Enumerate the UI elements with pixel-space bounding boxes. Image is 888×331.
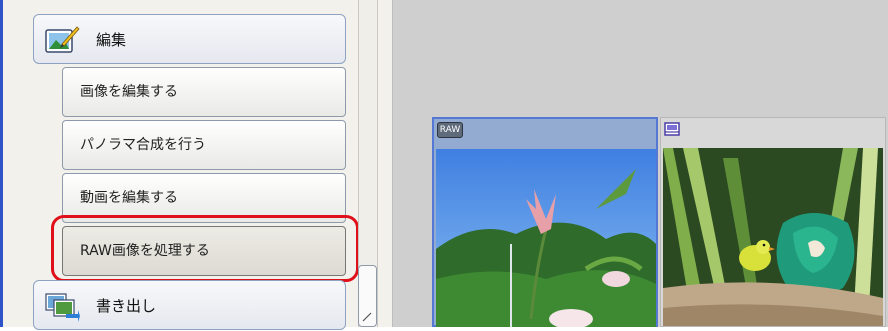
raw-badge: RAW [437,122,463,138]
bird-photo [663,148,883,326]
task-label: 画像を編集する [80,84,178,100]
group-header-edit[interactable]: 編集 [33,14,346,64]
edit-image-icon [45,26,80,53]
movie-icon [664,122,680,136]
group-header-label: 編集 [96,31,127,49]
thumbnail-movie[interactable] [660,117,886,327]
highlight-annotation [51,215,359,282]
resize-grip-icon [362,312,372,322]
thumbnail-raw-photo[interactable]: RAW [432,117,658,327]
task-panorama[interactable]: パノラマ合成を行う [62,120,346,170]
task-label: パノラマ合成を行う [80,137,206,153]
group-header-export[interactable]: 書き出し [33,280,346,330]
task-edit-image[interactable]: 画像を編集する [62,67,346,117]
task-panel: 編集 画像を編集する パノラマ合成を行う 動画を編集する RAW画像を処理する … [0,0,392,330]
pink-flower-photo [436,149,656,327]
panel-edge [0,0,3,327]
export-images-icon [45,293,80,322]
group-header-label: 書き出し [96,297,157,315]
